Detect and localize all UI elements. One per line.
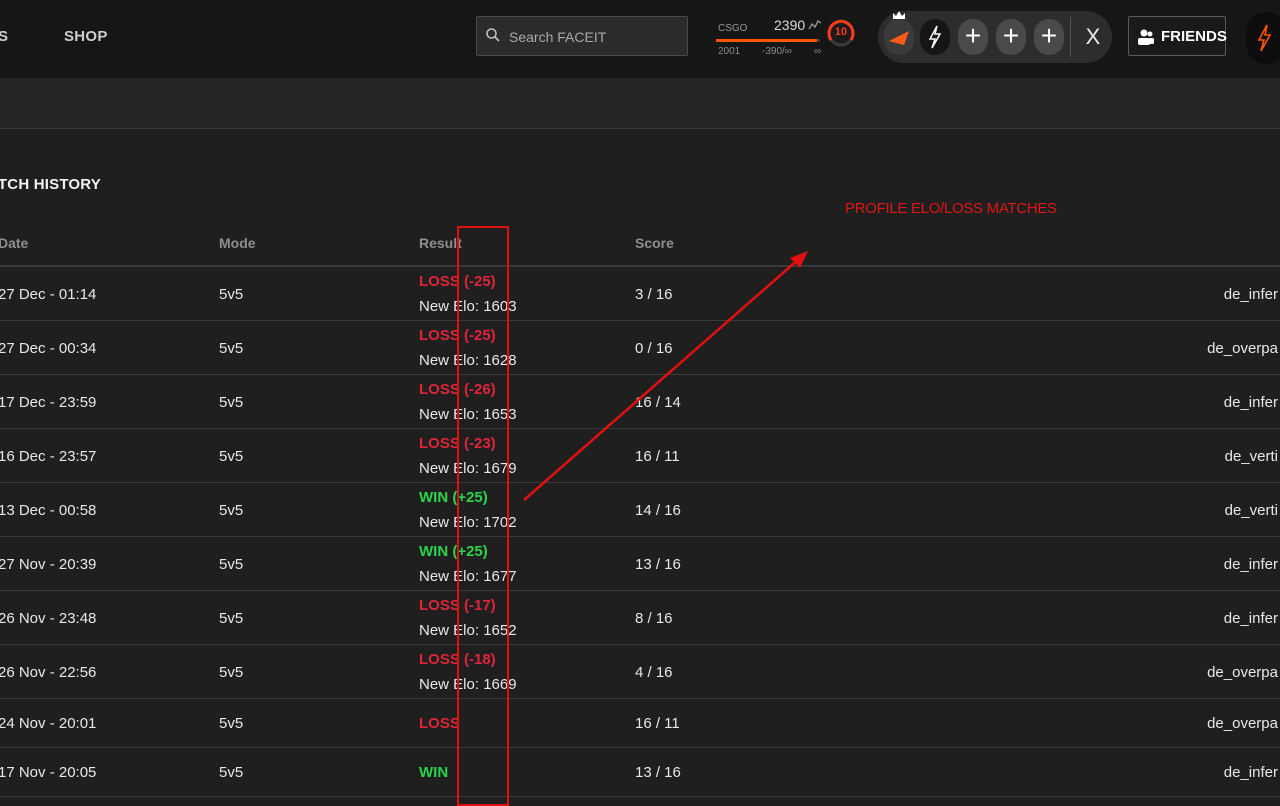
match-score: 0 / 16 — [635, 340, 673, 357]
match-date: 24 Nov - 20:01 — [0, 715, 97, 732]
friends-label: FRIENDS — [1161, 28, 1227, 45]
friends-button[interactable]: FRIENDS — [1128, 16, 1227, 56]
faceit-bolt-icon — [1256, 24, 1272, 57]
table-row[interactable]: 27 Dec - 01:14 5v5 LOSS (-25) New Elo: 1… — [0, 267, 1280, 321]
trend-icon — [808, 18, 822, 36]
nav-item-partial[interactable]: S — [0, 28, 8, 45]
column-header-mode: Mode — [219, 235, 256, 251]
match-map: de_infer — [1223, 556, 1278, 573]
table-row[interactable]: 27 Dec - 00:34 5v5 LOSS (-25) New Elo: 1… — [0, 321, 1280, 375]
match-history-title: ATCH HISTORY — [0, 176, 101, 193]
profile-subheader — [0, 78, 1280, 129]
match-score: 14 / 16 — [635, 502, 681, 519]
plus-icon: + — [1040, 20, 1058, 51]
search-box[interactable] — [476, 16, 688, 56]
match-score: 13 / 16 — [635, 556, 681, 573]
elo-diff: -390/∞ — [762, 46, 792, 57]
friends-icon — [1137, 28, 1155, 51]
match-map: de_verti — [1224, 448, 1278, 465]
table-row[interactable]: 27 Nov - 20:39 5v5 WIN (+25) New Elo: 16… — [0, 537, 1280, 591]
skill-level-badge: 10 — [826, 18, 856, 48]
match-mode: 5v5 — [219, 764, 244, 781]
match-score: 4 / 16 — [635, 664, 673, 681]
column-header-result: Result — [419, 235, 462, 251]
skill-level-value: 10 — [834, 26, 848, 38]
match-map: de_overpa — [1207, 715, 1278, 732]
add-party-member-button[interactable]: + — [1034, 19, 1064, 55]
faceit-menu-button[interactable] — [1246, 12, 1280, 64]
match-map: de_infer — [1223, 610, 1278, 627]
match-date: 16 Dec - 23:57 — [0, 448, 97, 465]
close-icon: X — [1085, 24, 1101, 49]
match-date: 13 Dec - 00:58 — [0, 502, 97, 519]
match-date: 26 Nov - 22:56 — [0, 664, 97, 681]
match-score: 8 / 16 — [635, 610, 673, 627]
elo-widget[interactable]: CSGO 2390 2001 -390/∞ ∞ 10 — [716, 14, 856, 64]
table-row[interactable]: 13 Dec - 00:58 5v5 WIN (+25) New Elo: 17… — [0, 483, 1280, 537]
match-date: 17 Dec - 23:59 — [0, 394, 97, 411]
party-slot-faceit[interactable] — [920, 19, 950, 55]
party-slot-avatar[interactable] — [884, 11, 914, 55]
column-header-date: Date — [0, 235, 29, 251]
elo-min: 2001 — [718, 46, 741, 57]
match-map: de_infer — [1223, 286, 1278, 303]
match-score: 13 / 16 — [635, 764, 681, 781]
plus-icon: + — [964, 20, 982, 51]
table-row[interactable]: 26 Nov - 22:56 5v5 LOSS (-18) New Elo: 1… — [0, 645, 1280, 699]
table-row[interactable]: 17 Dec - 23:59 5v5 LOSS (-26) New Elo: 1… — [0, 375, 1280, 429]
elo-max: ∞ — [814, 46, 822, 57]
table-row[interactable]: 16 Dec - 23:57 5v5 LOSS (-23) New Elo: 1… — [0, 429, 1280, 483]
match-score: 3 / 16 — [635, 286, 673, 303]
match-date: 27 Dec - 01:14 — [0, 286, 97, 303]
nav-item-shop[interactable]: SHOP — [64, 28, 108, 45]
add-party-member-button[interactable]: + — [958, 19, 988, 55]
match-mode: 5v5 — [219, 502, 244, 519]
match-map: de_infer — [1223, 394, 1278, 411]
match-mode: 5v5 — [219, 556, 244, 573]
match-date: 26 Nov - 23:48 — [0, 610, 97, 627]
faceit-bolt-icon — [927, 25, 943, 54]
match-map: de_overpa — [1207, 664, 1278, 681]
table-row[interactable]: 24 Nov - 20:01 5v5 LOSS 16 / 11 de_overp… — [0, 699, 1280, 748]
match-result: WIN — [419, 764, 449, 781]
column-header-score: Score — [635, 235, 674, 251]
plus-icon: + — [1002, 20, 1020, 51]
user-avatar-icon — [887, 29, 911, 52]
match-mode: 5v5 — [219, 286, 244, 303]
match-mode: 5v5 — [219, 448, 244, 465]
elo-progress-bar — [716, 39, 820, 42]
match-score: 16 / 11 — [635, 715, 680, 732]
game-label: CSGO — [718, 23, 748, 34]
match-date: 27 Dec - 00:34 — [0, 340, 97, 357]
add-party-member-button[interactable]: + — [996, 19, 1026, 55]
match-date: 27 Nov - 20:39 — [0, 556, 97, 573]
close-party-button[interactable]: X — [1078, 19, 1108, 55]
match-mode: 5v5 — [219, 340, 244, 357]
match-history-table: 27 Dec - 01:14 5v5 LOSS (-25) New Elo: 1… — [0, 267, 1280, 797]
match-score: 16 / 14 — [635, 394, 681, 411]
table-row[interactable]: 17 Nov - 20:05 5v5 WIN 13 / 16 de_infer — [0, 748, 1280, 797]
crown-icon — [892, 7, 906, 25]
party-bar: + + + X — [878, 11, 1112, 63]
elo-value: 2390 — [774, 17, 806, 33]
table-row[interactable]: 26 Nov - 23:48 5v5 LOSS (-17) New Elo: 1… — [0, 591, 1280, 645]
match-map: de_infer — [1223, 764, 1278, 781]
match-map: de_overpa — [1207, 340, 1278, 357]
annotation-highlight-box — [457, 226, 509, 806]
elo-progress-fill — [716, 39, 817, 42]
match-score: 16 / 11 — [635, 448, 680, 465]
party-divider — [1070, 17, 1071, 57]
top-nav-bar: S SHOP CSGO 2390 2001 -390/∞ ∞ 10 — [0, 0, 1280, 78]
match-result: LOSS — [419, 715, 460, 732]
match-date: 17 Nov - 20:05 — [0, 764, 97, 781]
match-map: de_verti — [1224, 502, 1278, 519]
match-mode: 5v5 — [219, 664, 244, 681]
match-mode: 5v5 — [219, 394, 244, 411]
search-input[interactable] — [507, 25, 681, 49]
match-mode: 5v5 — [219, 715, 244, 732]
annotation-label: PROFILE ELO/LOSS MATCHES — [845, 200, 1057, 217]
match-mode: 5v5 — [219, 610, 244, 627]
search-icon — [485, 27, 501, 48]
